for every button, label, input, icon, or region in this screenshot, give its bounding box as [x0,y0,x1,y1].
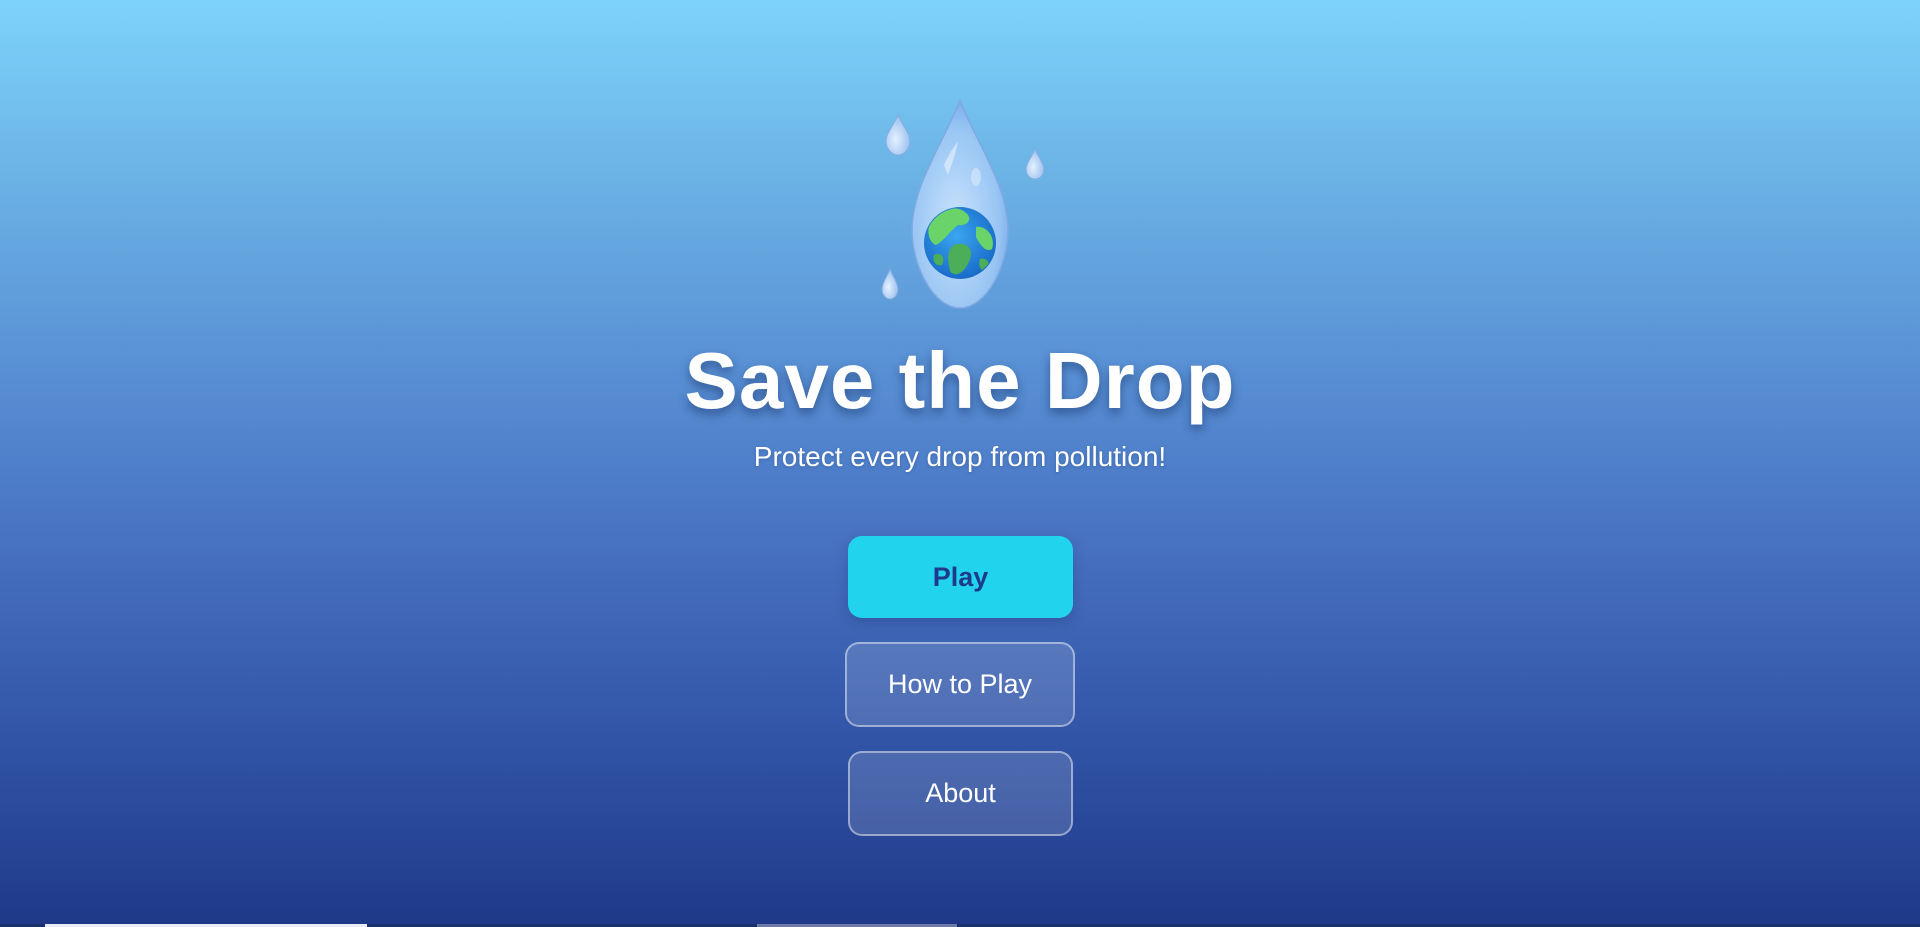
about-button-label: About [925,778,996,808]
game-title: Save the Drop [684,336,1236,425]
game-subtitle: Protect every drop from pollution! [753,441,1167,472]
main-menu-screen: Save the Drop Protect every drop from po… [0,0,1920,927]
water-drop-earth-icon [881,97,1045,309]
play-button-label: Play [932,561,989,592]
about-button[interactable]: About [848,751,1073,836]
how-to-play-button[interactable]: How to Play [845,642,1075,727]
play-button[interactable]: Play [848,536,1073,618]
how-to-play-button-label: How to Play [887,669,1033,699]
